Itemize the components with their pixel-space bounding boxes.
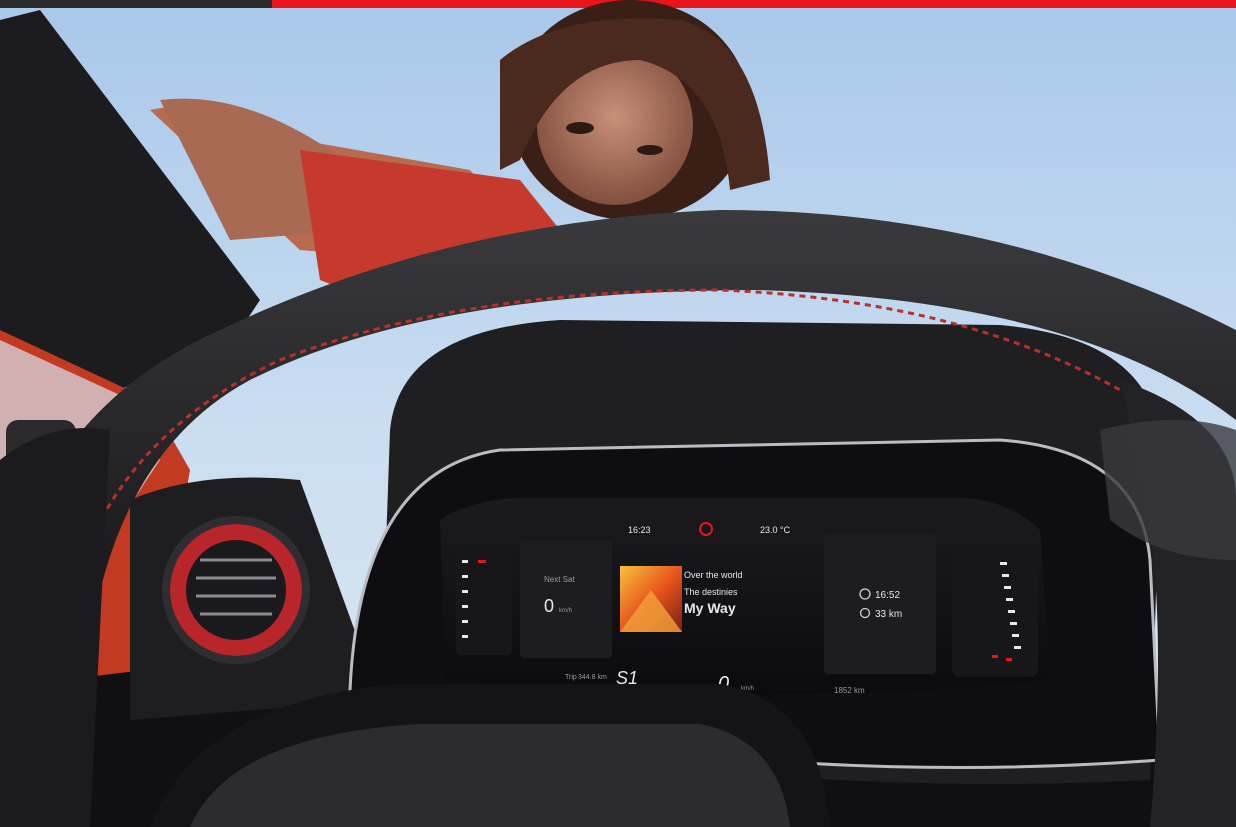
trip-label: Trip <box>565 674 577 681</box>
photo-scene: Next Sat 0 km/h 16:23 23.0 °C Over the w… <box>0 0 1236 827</box>
media-title: My Way <box>684 600 736 616</box>
media-line2: The destinies <box>684 587 738 597</box>
cluster-time: 16:23 <box>628 525 651 535</box>
trip-value: 344.8 km <box>578 674 607 681</box>
air-vent <box>162 516 310 664</box>
next-label: Next Sat <box>544 575 575 584</box>
car-interior-photo: Next Sat 0 km/h 16:23 23.0 °C Over the w… <box>0 0 1236 827</box>
left-speed-value: 0 <box>544 596 554 616</box>
odometer: 1852 km <box>834 686 865 695</box>
left-info-panel <box>520 540 612 658</box>
cluster-temperature: 23.0 °C <box>760 525 791 535</box>
eta-time: 16:52 <box>875 590 900 601</box>
right-info-panel <box>824 534 936 674</box>
distance-remaining: 33 km <box>875 609 902 620</box>
left-speed-unit: km/h <box>559 608 572 614</box>
media-line1: Over the world <box>684 570 743 580</box>
